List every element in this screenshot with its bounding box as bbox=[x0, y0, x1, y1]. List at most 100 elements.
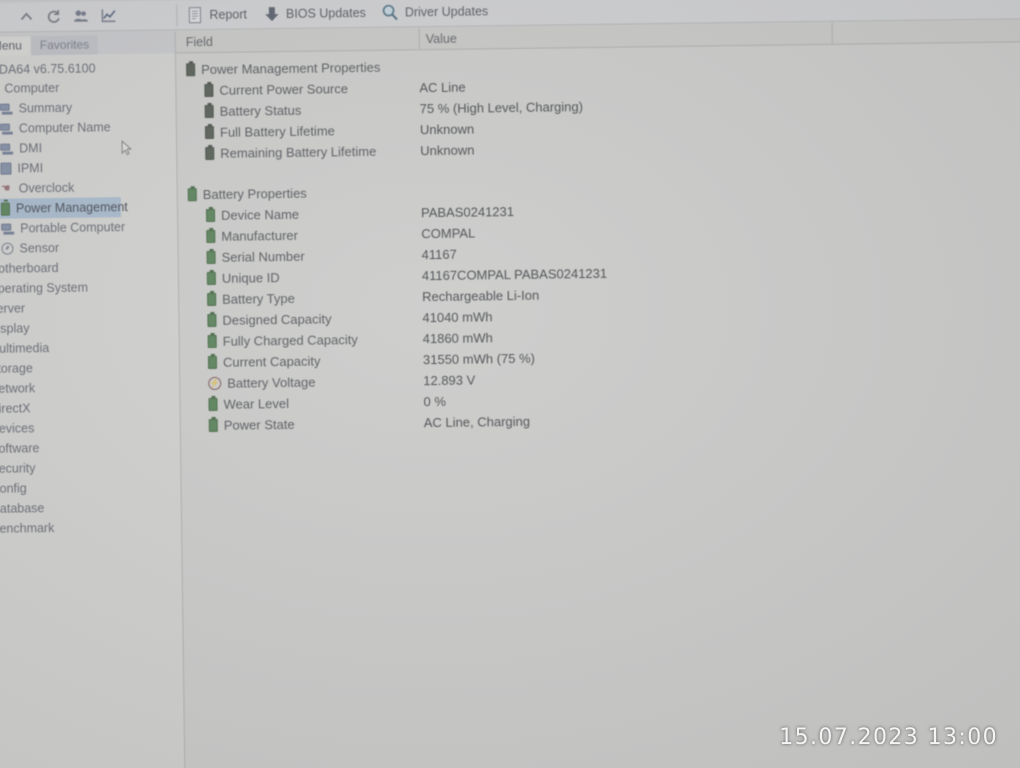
sidebar-item-multimedia[interactable]: Multimedia bbox=[0, 336, 179, 359]
sidebar-item-power-management[interactable]: Power Management bbox=[0, 197, 128, 219]
battery-icon bbox=[207, 355, 218, 370]
field-label: Unique ID bbox=[221, 270, 280, 286]
sidebar-item-config[interactable]: Config bbox=[0, 476, 181, 499]
hand-icon: ☚ bbox=[0, 182, 11, 195]
value-cell: 0 % bbox=[423, 393, 447, 410]
column-header-value[interactable]: Value bbox=[426, 32, 457, 46]
field-cell: Battery Type bbox=[179, 291, 295, 308]
tab-favorites[interactable]: Favorites bbox=[30, 35, 99, 56]
field-label: Battery Voltage bbox=[227, 374, 316, 391]
bios-updates-label: BIOS Updates bbox=[285, 5, 366, 21]
sidebar-item-label: Database bbox=[0, 501, 45, 516]
bios-updates-button[interactable]: BIOS Updates bbox=[263, 3, 366, 22]
sidebar-item-sensor[interactable]: Sensor bbox=[0, 236, 178, 259]
sidebar-item-label: Server bbox=[0, 301, 26, 316]
up-icon[interactable] bbox=[18, 8, 34, 25]
bolt-icon: ⚡ bbox=[208, 376, 222, 391]
sidebar-item-label: Devices bbox=[0, 421, 35, 436]
value-cell: AC Line bbox=[419, 79, 466, 96]
field-cell: Full Battery Lifetime bbox=[177, 123, 335, 140]
group-title: Power Management Properties bbox=[176, 60, 380, 78]
sidebar-item-dmi[interactable]: DMI bbox=[0, 136, 176, 159]
battery-icon bbox=[186, 63, 196, 77]
field-label: Designed Capacity bbox=[222, 311, 332, 328]
sidebar-item-ipmi[interactable]: IPMI bbox=[0, 156, 177, 179]
refresh-icon[interactable] bbox=[45, 8, 61, 25]
column-divider-1[interactable] bbox=[418, 28, 420, 51]
pc-icon bbox=[0, 123, 13, 135]
aida64-window: View Report Favorites Tools Help bbox=[0, 0, 1020, 768]
field-cell: Manufacturer bbox=[178, 228, 298, 245]
column-divider-2[interactable] bbox=[831, 22, 833, 45]
sidebar-item-display[interactable]: Display bbox=[0, 316, 179, 339]
field-cell: Battery Status bbox=[177, 102, 302, 120]
driver-updates-label: Driver Updates bbox=[404, 3, 489, 19]
sidebar-item-label: DirectX bbox=[0, 401, 31, 416]
report-button[interactable]: Report bbox=[187, 5, 247, 24]
sidebar-item-label: Operating System bbox=[0, 280, 89, 296]
value-cell: 41167 bbox=[421, 246, 457, 263]
sidebar-item-label: Benchmark bbox=[0, 521, 55, 536]
field-cell: Remaining Battery Lifetime bbox=[177, 144, 376, 162]
field-label: Full Battery Lifetime bbox=[219, 123, 335, 140]
sidebar: Menu Favorites AIDA64 v6.75.6100 Compute… bbox=[0, 31, 185, 768]
sidebar-item-benchmark[interactable]: Benchmark bbox=[0, 516, 181, 539]
value-cell: 12.893 V bbox=[423, 372, 476, 389]
sidebar-item-database[interactable]: Database bbox=[0, 496, 181, 519]
sidebar-item-computer[interactable]: Computer bbox=[0, 76, 175, 99]
value-cell: 41860 mWh bbox=[422, 330, 493, 347]
field-cell: Unique ID bbox=[179, 270, 280, 286]
sidebar-item-storage[interactable]: Storage bbox=[0, 356, 179, 379]
sidebar-item-network[interactable]: Network bbox=[0, 376, 179, 399]
chart-icon[interactable] bbox=[100, 7, 117, 24]
sidebar-item-computer-name[interactable]: Computer Name bbox=[0, 116, 176, 139]
value-cell: 31550 mWh (75 %) bbox=[422, 350, 536, 368]
field-label: Power State bbox=[223, 416, 295, 433]
sidebar-item-label: Config bbox=[0, 481, 27, 496]
field-cell: Device Name bbox=[178, 207, 299, 224]
sidebar-item-motherboard[interactable]: Motherboard bbox=[0, 256, 178, 279]
sidebar-item-label: Power Management bbox=[15, 200, 128, 216]
value-cell: Unknown bbox=[419, 121, 475, 138]
field-label: Serial Number bbox=[221, 248, 305, 265]
sidebar-item-devices[interactable]: Devices bbox=[0, 416, 180, 439]
sidebar-item-label: Network bbox=[0, 381, 36, 396]
battery-icon bbox=[207, 313, 217, 328]
forward-icon[interactable] bbox=[0, 9, 8, 26]
value-cell: Unknown bbox=[420, 142, 475, 159]
sidebar-item-label: Overclock bbox=[18, 180, 75, 196]
square-icon bbox=[0, 162, 12, 175]
value-cell: PABAS0241231 bbox=[420, 204, 515, 221]
sidebar-item-label: Computer bbox=[4, 80, 60, 96]
tab-menu[interactable]: Menu bbox=[0, 36, 31, 56]
value-cell: AC Line, Charging bbox=[423, 413, 531, 431]
field-label: Battery Status bbox=[219, 102, 302, 119]
content-panel: Field Value Power Management Properties C… bbox=[174, 19, 1020, 768]
group-title-label: Battery Properties bbox=[202, 185, 307, 203]
sidebar-tree: AIDA64 v6.75.6100 Computer Summary Compute… bbox=[0, 53, 185, 768]
column-header-field[interactable]: Field bbox=[186, 35, 213, 49]
sidebar-item-summary[interactable]: Summary bbox=[0, 96, 176, 119]
sidebar-item-operating-system[interactable]: Operating System bbox=[0, 276, 178, 299]
sidebar-item-overclock[interactable]: ☚ Overclock bbox=[0, 176, 177, 199]
sidebar-item-label: Computer Name bbox=[18, 120, 111, 136]
sidebar-item-portable-computer[interactable]: Portable Computer bbox=[0, 216, 177, 239]
value-cell: 41167COMPAL PABAS0241231 bbox=[421, 265, 608, 284]
pc-icon bbox=[0, 143, 14, 155]
field-cell: ⚡ Battery Voltage bbox=[180, 374, 316, 392]
users-icon[interactable] bbox=[72, 8, 89, 25]
battery-icon bbox=[204, 104, 214, 119]
sidebar-item-software[interactable]: Software bbox=[0, 436, 180, 459]
field-label: Battery Type bbox=[222, 290, 295, 307]
field-cell: Designed Capacity bbox=[179, 311, 332, 328]
report-button-label: Report bbox=[209, 6, 248, 22]
value-cell: 75 % (High Level, Charging) bbox=[419, 99, 584, 117]
sidebar-tabs: Menu Favorites bbox=[0, 31, 175, 56]
sidebar-item-label: Motherboard bbox=[0, 260, 59, 276]
sidebar-item-directx[interactable]: DirectX bbox=[0, 396, 180, 419]
sidebar-item-security[interactable]: Security bbox=[0, 456, 180, 479]
field-cell: Current Power Source bbox=[176, 81, 348, 98]
sidebar-item-label: Storage bbox=[0, 361, 33, 376]
driver-updates-button[interactable]: Driver Updates bbox=[382, 2, 489, 21]
sidebar-item-server[interactable]: Server bbox=[0, 296, 178, 319]
